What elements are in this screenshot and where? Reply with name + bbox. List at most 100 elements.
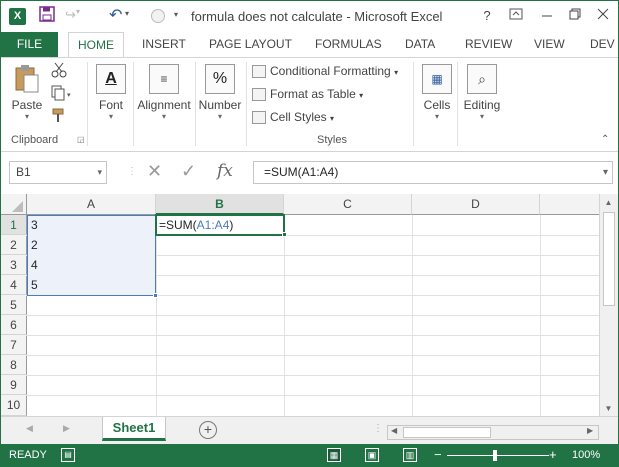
normal-view-icon[interactable]: ▦ — [327, 448, 341, 462]
b1-formula-ref: A1:A4 — [196, 218, 230, 232]
fill-handle[interactable] — [282, 232, 287, 237]
help-button[interactable]: ? — [475, 6, 499, 26]
number-label: Number — [198, 98, 242, 112]
range-corner-handle[interactable] — [153, 293, 158, 298]
number-dropdown-icon: ▾ — [217, 112, 222, 121]
paste-button[interactable]: Paste ▾ — [9, 64, 45, 121]
scroll-down-icon[interactable]: ▼ — [600, 404, 617, 413]
expand-formula-bar-icon[interactable]: ▾ — [603, 162, 608, 183]
close-icon[interactable] — [591, 6, 615, 26]
cell-a1[interactable]: 3 — [28, 215, 155, 235]
row-header-8[interactable]: 8 — [1, 355, 27, 375]
undo-dropdown-icon[interactable]: ▾ — [125, 9, 129, 18]
row-header-7[interactable]: 7 — [1, 335, 27, 355]
cut-icon[interactable] — [51, 62, 67, 81]
ribbon-display-icon[interactable] — [504, 6, 528, 26]
row-header-1[interactable]: 1 — [1, 215, 27, 235]
format-table-icon — [252, 88, 266, 102]
scroll-left-icon[interactable]: ◀ — [391, 426, 397, 435]
column-header-a[interactable]: A — [27, 194, 156, 215]
scroll-up-icon[interactable]: ▲ — [600, 198, 617, 207]
tab-developer[interactable]: DEV — [590, 32, 618, 57]
touch-mode-icon[interactable] — [151, 9, 165, 23]
minimize-icon[interactable] — [535, 6, 559, 26]
name-box[interactable]: B1 ▾ — [9, 161, 107, 184]
format-table-dropdown-icon: ▾ — [359, 91, 364, 100]
zoom-slider-track[interactable] — [447, 455, 549, 456]
undo-icon[interactable]: ↶ — [109, 5, 122, 25]
redo-disabled-icon: ↪ — [65, 7, 76, 22]
copy-icon[interactable]: ▾ — [51, 85, 73, 104]
formula-input[interactable]: =SUM(A1:A4) ▾ — [253, 161, 613, 184]
alignment-label: Alignment — [137, 98, 191, 112]
cell-a4[interactable]: 5 — [28, 275, 155, 295]
confirm-entry-icon[interactable]: ✓ — [181, 161, 196, 182]
tab-view[interactable]: VIEW — [534, 32, 565, 57]
format-painter-icon[interactable] — [51, 108, 67, 127]
tab-split-grip-icon[interactable]: ⋮ — [373, 423, 383, 434]
sheet-tab-sheet1[interactable]: Sheet1 — [102, 417, 166, 441]
row-header-10[interactable]: 10 — [1, 395, 27, 416]
svg-text:▾: ▾ — [67, 92, 71, 99]
zoom-slider-knob[interactable] — [493, 450, 497, 461]
row-header-4[interactable]: 4 — [1, 275, 27, 295]
percent-icon: % — [205, 64, 235, 94]
name-box-dropdown-icon[interactable]: ▾ — [97, 162, 102, 183]
cell-styles-button[interactable]: Cell Styles ▾ — [252, 110, 335, 125]
row-header-5[interactable]: 5 — [1, 295, 27, 315]
number-button[interactable]: % Number ▾ — [197, 64, 243, 121]
select-all-button[interactable] — [1, 194, 27, 215]
restore-icon[interactable] — [563, 6, 587, 26]
zoom-in-icon[interactable]: + — [549, 447, 557, 462]
column-header-e[interactable] — [540, 194, 599, 215]
alignment-button[interactable]: ≡ Alignment ▾ — [135, 64, 193, 121]
insert-function-icon[interactable]: fx — [217, 161, 233, 181]
paste-label: Paste — [11, 98, 43, 112]
cell-a3[interactable]: 4 — [28, 255, 155, 275]
alignment-icon: ≡ — [149, 64, 179, 94]
tab-insert[interactable]: INSERT — [142, 32, 186, 57]
conditional-dropdown-icon: ▾ — [394, 68, 399, 77]
cancel-entry-icon[interactable]: ✕ — [147, 161, 162, 182]
editing-button[interactable]: ⌕ Editing ▾ — [461, 64, 503, 121]
add-sheet-button[interactable]: + — [199, 421, 217, 439]
prev-sheet-icon[interactable]: ◀ — [26, 423, 33, 434]
cells-button[interactable]: ▦ Cells ▾ — [419, 64, 455, 121]
page-layout-view-icon[interactable]: ▣ — [365, 448, 379, 462]
horizontal-scroll-thumb[interactable] — [403, 427, 491, 438]
customize-qat-icon[interactable]: ▾ — [174, 10, 178, 19]
status-bar: READY ▤ ▦ ▣ ▥ − + 100% — [1, 444, 618, 466]
tab-review[interactable]: REVIEW — [465, 32, 512, 57]
paste-icon — [14, 64, 40, 94]
conditional-formatting-button[interactable]: Conditional Formatting ▾ — [252, 64, 399, 79]
format-as-table-button[interactable]: Format as Table ▾ — [252, 87, 364, 102]
next-sheet-icon[interactable]: ▶ — [63, 423, 70, 434]
row-header-2[interactable]: 2 — [1, 235, 27, 255]
tab-home[interactable]: HOME — [68, 32, 124, 58]
zoom-level[interactable]: 100% — [572, 449, 600, 461]
worksheet-grid: A B C D 1 2 3 4 5 6 7 8 9 10 3 2 4 5 =SU… — [1, 194, 618, 416]
font-button[interactable]: A Font ▾ — [93, 64, 129, 121]
column-header-c[interactable]: C — [284, 194, 412, 215]
tab-data[interactable]: DATA — [405, 32, 435, 57]
clipboard-launcher-icon[interactable]: ◲ — [77, 135, 85, 144]
tab-page-layout[interactable]: PAGE LAYOUT — [209, 32, 292, 57]
save-icon[interactable] — [39, 6, 55, 25]
cell-a2[interactable]: 2 — [28, 235, 155, 255]
zoom-out-icon[interactable]: − — [434, 447, 442, 462]
format-as-table-label: Format as Table — [270, 87, 356, 101]
row-header-9[interactable]: 9 — [1, 375, 27, 395]
tab-file[interactable]: FILE — [1, 32, 58, 57]
scroll-right-icon[interactable]: ▶ — [587, 426, 593, 435]
row-header-3[interactable]: 3 — [1, 255, 27, 275]
collapse-ribbon-icon[interactable]: ⌃ — [601, 134, 609, 145]
page-break-view-icon[interactable]: ▥ — [403, 448, 417, 462]
cell-b1-active[interactable]: =SUM(A1:A4) — [155, 214, 285, 236]
column-header-d[interactable]: D — [412, 194, 540, 215]
cell-styles-dropdown-icon: ▾ — [330, 114, 335, 123]
tab-formulas[interactable]: FORMULAS — [315, 32, 382, 57]
column-header-b[interactable]: B — [156, 194, 284, 215]
macro-record-icon[interactable]: ▤ — [61, 448, 75, 462]
row-header-6[interactable]: 6 — [1, 315, 27, 335]
vertical-scroll-thumb[interactable] — [603, 212, 615, 306]
